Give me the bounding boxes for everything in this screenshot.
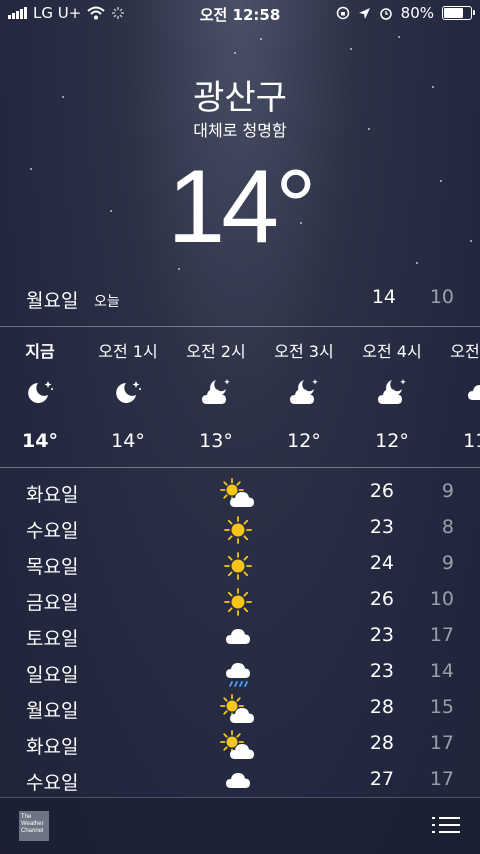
cloud-moon-icon	[172, 378, 260, 406]
hour-label: 오전 2시	[186, 342, 246, 361]
day-low: 10	[429, 588, 454, 610]
day-name: 수요일	[26, 772, 79, 794]
today-low: 10	[429, 286, 454, 308]
partly-sunny-icon	[218, 694, 258, 726]
hour-temperature: 12°	[375, 430, 409, 452]
hour-label: 오전 3시	[274, 342, 334, 361]
cloud-icon	[218, 622, 258, 648]
status-bar: LG U+ 오전 12:58 80%	[0, 0, 480, 28]
day-low: 8	[441, 516, 454, 538]
sun-icon	[218, 550, 258, 582]
moon-stars-icon	[0, 378, 84, 406]
daily-row: 목요일 24 9	[0, 548, 480, 584]
day-low: 14	[429, 660, 454, 682]
list-icon[interactable]	[432, 817, 460, 837]
weather-condition: 대체로 청명함	[193, 121, 287, 140]
day-high: 28	[369, 696, 394, 718]
hour-label: 오전 5시	[450, 342, 480, 361]
day-low: 9	[441, 480, 454, 502]
logo-text: The Weather Channel	[21, 814, 44, 834]
partly-sunny-icon	[218, 730, 258, 762]
day-name: 월요일	[26, 700, 79, 722]
hour-label: 지금	[25, 342, 55, 361]
today-day: 월요일	[26, 290, 79, 312]
day-name: 토요일	[26, 628, 79, 650]
day-name: 일요일	[26, 664, 79, 686]
sun-icon	[218, 586, 258, 618]
day-name: 목요일	[26, 556, 79, 578]
daily-row: 금요일 26 10	[0, 584, 480, 620]
daily-row: 화요일 26 9	[0, 476, 480, 512]
hour-temperature: 14°	[111, 430, 145, 452]
today-tag: 오늘	[94, 294, 120, 310]
alarm-icon	[379, 8, 392, 20]
day-low: 15	[429, 696, 454, 718]
daily-row: 화요일 28 17	[0, 728, 480, 764]
day-low: 9	[441, 552, 454, 574]
day-high: 26	[369, 480, 394, 502]
rotation-lock-icon	[336, 6, 349, 20]
daily-row: 토요일 23 17	[0, 620, 480, 656]
day-name: 금요일	[26, 592, 79, 614]
hourly-forecast[interactable]: 지금 14° 오전 1시 14° 오전 2시 13° 오전 3시 12° 오전 4시 12° 오전 …	[0, 326, 480, 466]
hour-label: 오전 1시	[98, 342, 158, 361]
today-summary: 월요일 오늘 14 10	[26, 286, 454, 312]
partly-sunny-icon	[218, 478, 258, 510]
day-high: 28	[369, 732, 394, 754]
day-name: 화요일	[26, 484, 79, 506]
today-high: 14	[371, 286, 396, 308]
city-name: 광산구	[193, 78, 287, 118]
day-high: 26	[369, 588, 394, 610]
hour-temperature: 12°	[287, 430, 321, 452]
hour-temperature: 11°	[463, 430, 480, 452]
weather-channel-logo[interactable]: The Weather Channel	[19, 811, 49, 841]
day-high: 23	[369, 516, 394, 538]
cloud-icon	[218, 766, 258, 792]
daily-row: 월요일 28 15	[0, 692, 480, 728]
day-name: 수요일	[26, 520, 79, 542]
sun-icon	[218, 514, 258, 546]
hour-temperature: 13°	[199, 430, 233, 452]
bottom-bar: The Weather Channel	[0, 797, 480, 854]
daily-row: 수요일 27 17	[0, 764, 480, 800]
divider	[0, 467, 480, 468]
cloud-icon	[436, 378, 480, 404]
cloud-moon-icon	[348, 378, 436, 406]
location-arrow-icon	[358, 7, 370, 19]
hour-label: 오전 4시	[362, 342, 422, 361]
day-high: 27	[369, 768, 394, 790]
battery-percent: 80%	[400, 4, 434, 22]
cloud-moon-icon	[260, 378, 348, 406]
day-high: 23	[369, 624, 394, 646]
day-low: 17	[429, 624, 454, 646]
hour-temperature: 14°	[22, 430, 58, 452]
daily-row: 수요일 23 8	[0, 512, 480, 548]
battery-icon	[442, 6, 475, 20]
day-name: 화요일	[26, 736, 79, 758]
rain-icon	[218, 658, 258, 690]
day-low: 17	[429, 732, 454, 754]
daily-row: 일요일 23 14	[0, 656, 480, 692]
day-low: 17	[429, 768, 454, 790]
moon-stars-icon	[84, 378, 172, 406]
day-high: 24	[369, 552, 394, 574]
current-temperature: 14°	[167, 149, 316, 265]
day-high: 23	[369, 660, 394, 682]
battery-fill	[444, 8, 464, 18]
